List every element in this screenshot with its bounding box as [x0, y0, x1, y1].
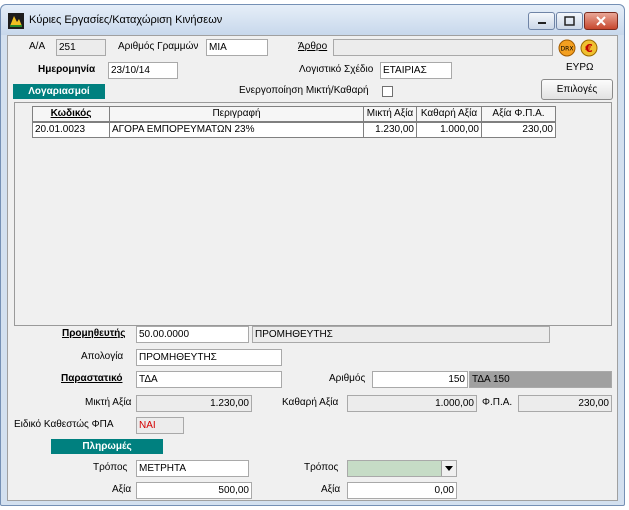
drx-icon: DRX — [558, 39, 576, 57]
date-label: Ημερομηνία — [38, 64, 96, 75]
app-icon — [8, 13, 24, 29]
table-row-description[interactable]: ΑΓΟΡΑ ΕΜΠΟΡΕΥΜΑΤΩΝ 23% — [109, 122, 364, 138]
close-button[interactable] — [584, 12, 618, 30]
total-gross-label: Μικτή Αξία — [85, 397, 132, 408]
payment-amount-field[interactable]: 500,00 — [136, 482, 252, 499]
table-row-code[interactable]: 20.01.0023 — [32, 122, 110, 138]
form-client-area: Α/Α 251 Αριθμός Γραμμών ΜΙΑ Άρθρο DRX € … — [7, 35, 618, 501]
table-row-vat[interactable]: 230,00 — [481, 122, 556, 138]
table-row-gross[interactable]: 1.230,00 — [363, 122, 417, 138]
drx-button[interactable]: DRX — [558, 39, 576, 57]
reason-field[interactable]: ΠΡΟΜΗΘΕΥΤΗΣ — [136, 349, 282, 366]
document-label[interactable]: Παραστατικό — [61, 372, 122, 386]
column-header-code[interactable]: Κωδικός — [32, 106, 110, 122]
minimize-icon — [538, 22, 546, 24]
total-net-field: 1.000,00 — [347, 395, 477, 412]
lines-field[interactable]: ΜΙΑ — [206, 39, 268, 56]
euro-button[interactable]: € — [580, 39, 598, 57]
payment-method2-label: Τρόπος — [304, 462, 339, 473]
total-vat-label: Φ.Π.Α. — [482, 397, 513, 408]
total-gross-field: 1.230,00 — [136, 395, 252, 412]
column-header-net[interactable]: Καθαρή Αξία — [416, 106, 482, 122]
window-title: Κύριες Εργασίες/Καταχώριση Κινήσεων — [29, 14, 223, 26]
supplier-name-field: ΠΡΟΜΗΘΕΥΤΗΣ — [252, 326, 550, 343]
euro-glyph: € — [584, 42, 593, 55]
vat-regime-label: Ειδικό Καθεστώς ΦΠΑ — [14, 419, 114, 430]
vat-regime-field: ΝΑΙ — [136, 417, 184, 434]
column-header-gross[interactable]: Μικτή Αξία — [363, 106, 417, 122]
payment-amount2-label: Αξία — [321, 484, 341, 495]
minimize-button[interactable] — [528, 12, 555, 30]
plan-label: Λογιστικό Σχέδιο — [299, 64, 374, 75]
maximize-icon — [564, 16, 575, 26]
drx-icon-label: DRX — [561, 46, 574, 53]
payment-amount2-field[interactable]: 0,00 — [347, 482, 457, 499]
supplier-label[interactable]: Προμηθευτής — [62, 327, 126, 341]
total-vat-field: 230,00 — [518, 395, 612, 412]
gross-toggle-label: Ενεργοποίηση Μικτή/Καθαρή — [239, 85, 369, 96]
payments-section-title: Πληρωμές — [51, 439, 163, 454]
options-button[interactable]: Επιλογές — [541, 79, 613, 100]
payment-method-label: Τρόπος — [93, 462, 128, 473]
main-window: Κύριες Εργασίες/Καταχώριση Κινήσεων Α/Α … — [0, 4, 625, 506]
aa-field[interactable]: 251 — [56, 39, 106, 56]
currency-label: ΕΥΡΩ — [566, 62, 594, 73]
lines-label: Αριθμός Γραμμών — [118, 41, 199, 52]
number-display-field: ΤΔΑ 150 — [469, 371, 612, 388]
plan-field[interactable]: ΕΤΑΙΡΙΑΣ — [380, 62, 452, 79]
table-row-net[interactable]: 1.000,00 — [416, 122, 482, 138]
number-label: Αριθμός — [329, 373, 366, 384]
accounts-grid[interactable]: Κωδικός Περιγραφή Μικτή Αξία Καθαρή Αξία… — [14, 102, 612, 326]
total-net-label: Καθαρή Αξία — [282, 397, 339, 408]
chevron-down-icon — [445, 466, 453, 471]
arthro-label[interactable]: Άρθρο — [298, 40, 327, 54]
number-field[interactable]: 150 — [372, 371, 468, 388]
document-field[interactable]: ΤΔΑ — [136, 371, 282, 388]
aa-label: Α/Α — [29, 41, 46, 52]
reason-label: Απολογία — [81, 351, 124, 362]
title-bar[interactable]: Κύριες Εργασίες/Καταχώριση Κινήσεων — [1, 5, 624, 35]
payment-method-field[interactable]: ΜΕΤΡΗΤΑ — [136, 460, 249, 477]
gross-toggle-checkbox[interactable] — [382, 86, 393, 97]
date-field[interactable]: 23/10/14 — [108, 62, 178, 79]
accounts-section-title: Λογαριασμοί — [13, 84, 105, 99]
arthro-field[interactable] — [333, 39, 553, 56]
column-header-vat[interactable]: Αξία Φ.Π.Α. — [481, 106, 556, 122]
payment-method2-dropdown-button[interactable] — [441, 461, 456, 476]
euro-icon: € — [580, 39, 598, 57]
column-header-description[interactable]: Περιγραφή — [109, 106, 364, 122]
close-icon — [596, 16, 606, 26]
payment-amount-label: Αξία — [112, 484, 132, 495]
maximize-button[interactable] — [556, 12, 583, 30]
supplier-code-field[interactable]: 50.00.0000 — [136, 326, 249, 343]
